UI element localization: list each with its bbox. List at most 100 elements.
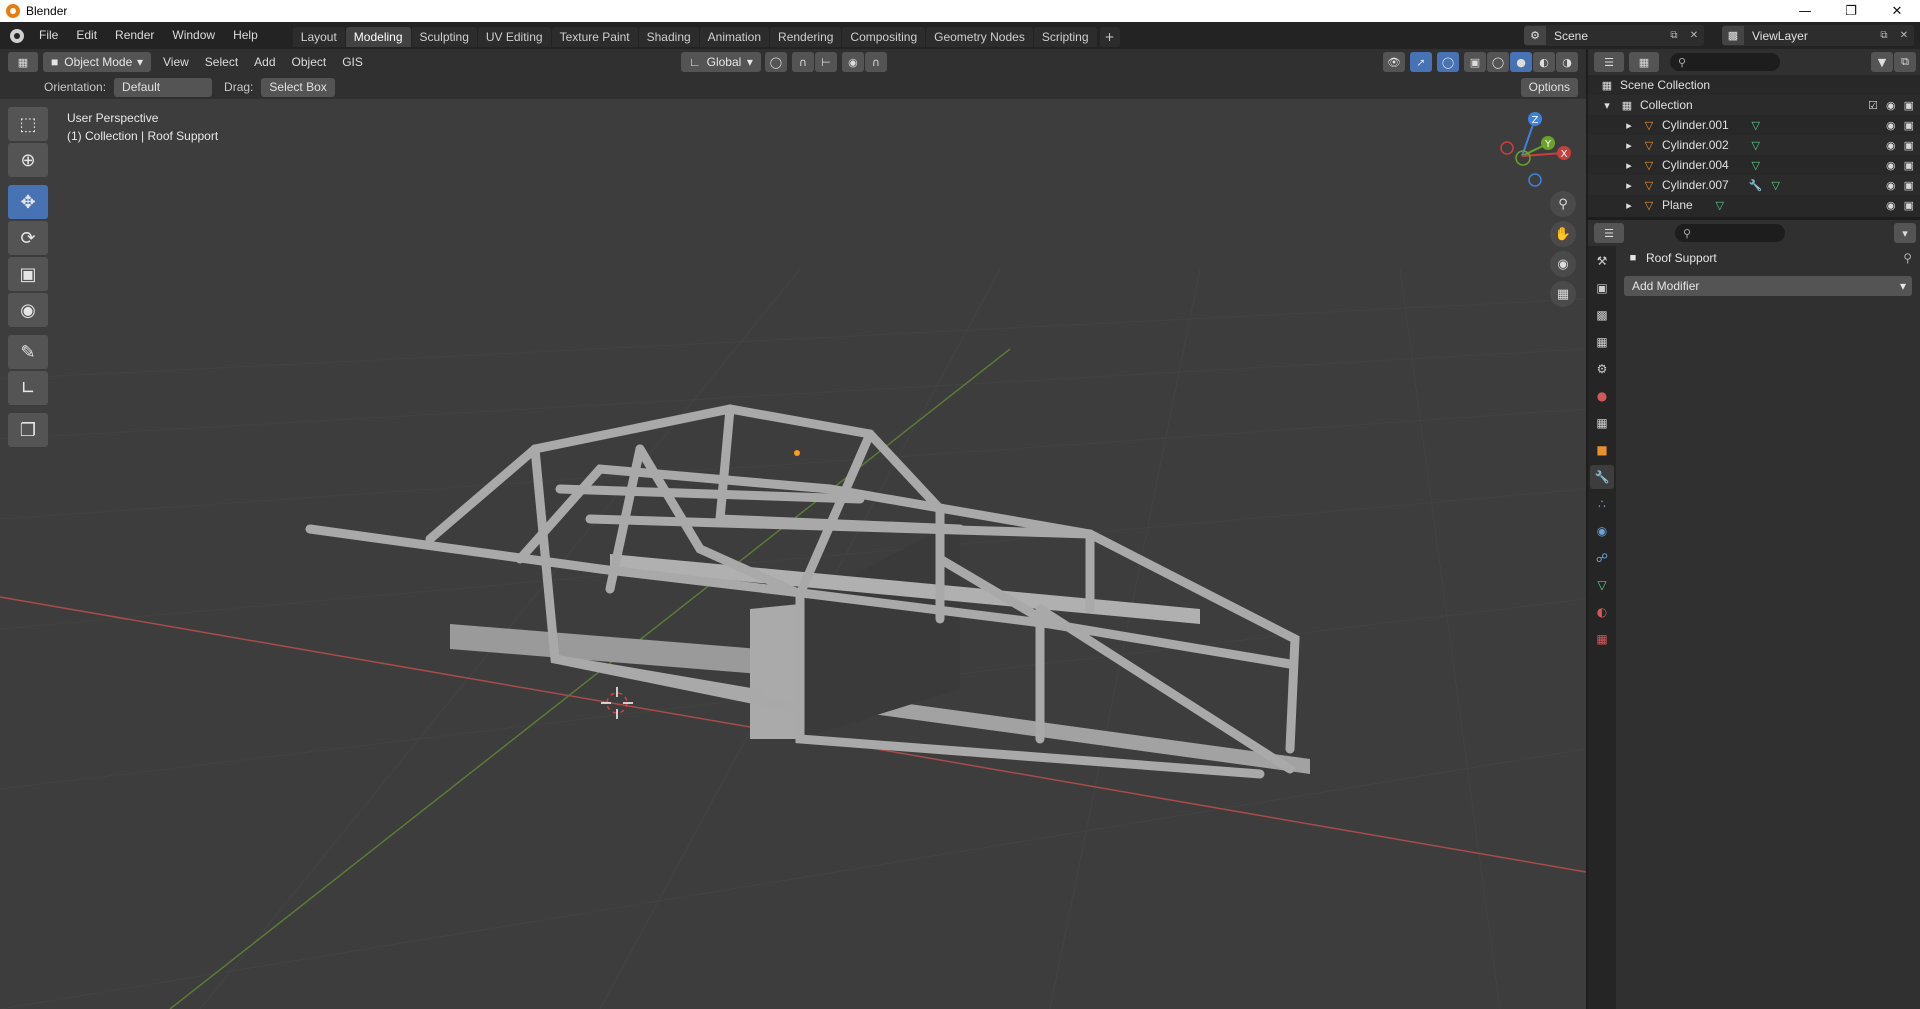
tool-tab-icon[interactable]: ⚒: [1590, 249, 1614, 273]
expand-arrow-icon[interactable]: ▸: [1622, 178, 1636, 192]
falloff-icon[interactable]: ∩: [864, 52, 887, 72]
options-dropdown[interactable]: Options: [1520, 77, 1578, 97]
menu-help[interactable]: Help: [224, 22, 267, 49]
eye-icon[interactable]: ◉: [1886, 119, 1896, 132]
view-layer-selector[interactable]: ▩ ViewLayer ⧉ ✕: [1722, 25, 1914, 46]
menu-render[interactable]: Render: [106, 22, 163, 49]
pan-hand-icon[interactable]: ✋: [1550, 221, 1576, 247]
roll-cage-model[interactable]: [305, 404, 1310, 779]
material-tab-icon[interactable]: ◐: [1590, 600, 1614, 624]
close-icon[interactable]: ✕: [1874, 0, 1920, 22]
mesh-data-icon[interactable]: ▽: [1749, 118, 1763, 132]
tab-rendering[interactable]: Rendering: [770, 26, 842, 47]
add-workspace-button[interactable]: +: [1099, 26, 1120, 47]
tab-scripting[interactable]: Scripting: [1033, 26, 1097, 47]
new-collection-icon[interactable]: ⧉: [1894, 52, 1916, 72]
scale-tool-icon[interactable]: ▣: [8, 257, 48, 291]
tab-texture-paint[interactable]: Texture Paint: [551, 26, 638, 47]
menu-window[interactable]: Window: [163, 22, 224, 49]
outliner-object-row[interactable]: ▸ ▽ Cylinder.002 ▽ ◉ ▣: [1588, 135, 1920, 155]
rendered-shading-icon[interactable]: ◑: [1556, 52, 1578, 72]
transform-orientation-dropdown[interactable]: ∟ Global ▾: [680, 52, 761, 72]
drag-dropdown[interactable]: Select Box: [261, 77, 335, 97]
wrench-icon[interactable]: 🔧: [1749, 178, 1763, 192]
annotate-tool-icon[interactable]: ✎: [8, 335, 48, 369]
menu-select[interactable]: Select: [197, 55, 246, 69]
3d-viewport[interactable]: Z Y X ▦ ■ Object Mode ▾ View Select Add …: [0, 49, 1586, 1009]
eye-icon[interactable]: ◉: [1886, 199, 1896, 212]
outliner-search-input[interactable]: ⚲: [1670, 53, 1780, 71]
eye-icon[interactable]: ◉: [1886, 179, 1896, 192]
add-modifier-dropdown[interactable]: Add Modifier ▾: [1624, 276, 1912, 296]
constraints-tab-icon[interactable]: ☍: [1590, 546, 1614, 570]
zoom-icon[interactable]: ⚲: [1550, 191, 1576, 217]
transform-tool-icon[interactable]: ◉: [8, 293, 48, 327]
tab-modeling[interactable]: Modeling: [345, 26, 411, 47]
tab-sculpting[interactable]: Sculpting: [411, 26, 477, 47]
display-mode-icon[interactable]: ▦: [1629, 52, 1659, 72]
blender-menu-icon[interactable]: [10, 28, 24, 43]
camera-icon[interactable]: ▣: [1904, 159, 1914, 172]
view-layer-name[interactable]: ViewLayer: [1744, 29, 1874, 43]
camera-icon[interactable]: ▣: [1904, 119, 1914, 132]
camera-icon[interactable]: ▣: [1904, 139, 1914, 152]
menu-file[interactable]: File: [30, 22, 67, 49]
navigation-gizmo[interactable]: Z Y X: [1500, 112, 1571, 187]
tab-geometry-nodes[interactable]: Geometry Nodes: [926, 26, 1033, 47]
menu-edit[interactable]: Edit: [67, 22, 106, 49]
expand-arrow-icon[interactable]: ▸: [1622, 198, 1636, 212]
properties-search-input[interactable]: ⚲: [1675, 224, 1785, 242]
delete-scene-icon[interactable]: ✕: [1684, 26, 1704, 45]
mode-dropdown[interactable]: ■ Object Mode ▾: [43, 52, 151, 72]
viewport-scene[interactable]: Z Y X: [0, 49, 1586, 1009]
expand-arrow-icon[interactable]: ▾: [1600, 98, 1614, 112]
wireframe-shading-icon[interactable]: ◯: [1487, 52, 1509, 72]
scene-name[interactable]: Scene: [1546, 29, 1664, 43]
cursor-tool-icon[interactable]: ⊕: [8, 143, 48, 177]
copy-view-layer-icon[interactable]: ⧉: [1874, 26, 1894, 45]
camera-icon[interactable]: ▣: [1904, 199, 1914, 212]
ortho-grid-icon[interactable]: ▦: [1550, 281, 1576, 307]
snap-icon[interactable]: ∩: [791, 52, 814, 72]
mesh-data-icon[interactable]: ▽: [1713, 198, 1727, 212]
properties-options-icon[interactable]: ▾: [1894, 223, 1916, 243]
pivot-point-icon[interactable]: ◯: [764, 52, 787, 72]
eye-icon[interactable]: ◉: [1886, 99, 1896, 112]
xray-icon[interactable]: ▣: [1464, 52, 1486, 72]
delete-view-layer-icon[interactable]: ✕: [1894, 26, 1914, 45]
outliner-object-row[interactable]: ▸ ▽ Plane ▽ ◉ ▣: [1588, 195, 1920, 215]
proportional-editing-icon[interactable]: ◉: [841, 52, 864, 72]
world-tab-icon[interactable]: ●: [1590, 384, 1614, 408]
mesh-data-icon[interactable]: ▽: [1749, 158, 1763, 172]
copy-scene-icon[interactable]: ⧉: [1664, 26, 1684, 45]
view-layer-tab-icon[interactable]: ▦: [1590, 330, 1614, 354]
texture-tab-icon[interactable]: ▦: [1590, 627, 1614, 651]
collection-row[interactable]: ▾ ▦ Collection ☑ ◉ ▣: [1588, 95, 1920, 115]
properties-editor-type-icon[interactable]: ☰: [1594, 223, 1624, 243]
select-box-icon[interactable]: ⬚: [8, 107, 48, 141]
scene-tab-icon[interactable]: ⚙: [1590, 357, 1614, 381]
outliner-object-row[interactable]: ▸ ▽ Cylinder.004 ▽ ◉ ▣: [1588, 155, 1920, 175]
collection-tab-icon[interactable]: ▦: [1590, 411, 1614, 435]
menu-gis[interactable]: GIS: [334, 55, 371, 69]
object-tab-icon[interactable]: ■: [1590, 438, 1614, 462]
camera-icon[interactable]: ▣: [1904, 179, 1914, 192]
eye-icon[interactable]: ◉: [1886, 139, 1896, 152]
outliner-object-row[interactable]: ▸ ▽ Cylinder.001 ▽ ◉ ▣: [1588, 115, 1920, 135]
mesh-data-icon[interactable]: ▽: [1749, 138, 1763, 152]
tab-animation[interactable]: Animation: [699, 26, 770, 47]
expand-arrow-icon[interactable]: ▸: [1622, 138, 1636, 152]
camera-view-icon[interactable]: ◉: [1550, 251, 1576, 277]
modifier-tab-icon[interactable]: 🔧: [1590, 465, 1614, 489]
menu-add[interactable]: Add: [246, 55, 283, 69]
physics-tab-icon[interactable]: ◉: [1590, 519, 1614, 543]
outliner-object-row[interactable]: ▸ ▽ Cylinder.007 🔧 ▽ ◉ ▣: [1588, 175, 1920, 195]
camera-icon[interactable]: ▣: [1904, 99, 1914, 112]
expand-arrow-icon[interactable]: ▸: [1622, 118, 1636, 132]
gizmos-icon[interactable]: ➚: [1410, 52, 1432, 72]
visibility-icon[interactable]: 👁: [1383, 52, 1405, 72]
tab-layout[interactable]: Layout: [292, 26, 345, 47]
scene-selector[interactable]: ⚙ Scene ⧉ ✕: [1524, 25, 1704, 46]
menu-object[interactable]: Object: [284, 55, 335, 69]
tab-uv-editing[interactable]: UV Editing: [477, 26, 551, 47]
